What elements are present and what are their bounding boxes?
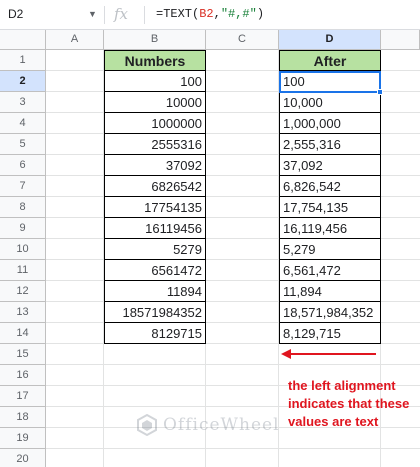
row-header-9[interactable]: 9 [0, 218, 46, 239]
formula-bar: D2 ▼ fx =TEXT(B2,"#,#") [0, 0, 420, 30]
fill-handle[interactable] [377, 89, 383, 95]
officewheel-logo-icon [137, 414, 157, 436]
column-header-c[interactable]: C [206, 30, 279, 50]
after-cell[interactable]: 6,826,542 [279, 176, 381, 197]
numbers-cell[interactable]: 18571984352 [104, 302, 206, 323]
after-cell[interactable]: 5,279 [279, 239, 381, 260]
numbers-cell[interactable]: 1000000 [104, 113, 206, 134]
numbers-cell[interactable]: 11894 [104, 281, 206, 302]
row-header-15[interactable]: 15 [0, 344, 46, 365]
row-header-11[interactable]: 11 [0, 260, 46, 281]
row-header-2[interactable]: 2 [0, 71, 46, 92]
fx-icon: fx [114, 5, 129, 23]
chevron-down-icon[interactable]: ▼ [88, 0, 97, 29]
numbers-cell[interactable]: 10000 [104, 92, 206, 113]
column-header-extra[interactable] [381, 30, 420, 50]
gridline [46, 448, 420, 449]
after-cell[interactable]: 18,571,984,352 [279, 302, 381, 323]
row-header-3[interactable]: 3 [0, 92, 46, 113]
row-header-19[interactable]: 19 [0, 428, 46, 449]
numbers-header-cell[interactable]: Numbers [104, 50, 206, 71]
row-header-10[interactable]: 10 [0, 239, 46, 260]
arrow-line [290, 353, 376, 355]
formula-input[interactable]: =TEXT(B2,"#,#") [156, 0, 264, 29]
selected-cell-outline [279, 71, 381, 93]
formula-sep: , [213, 7, 221, 21]
row-header-4[interactable]: 4 [0, 113, 46, 134]
numbers-cell[interactable]: 17754135 [104, 197, 206, 218]
row-header-1[interactable]: 1 [0, 50, 46, 71]
numbers-cell[interactable]: 37092 [104, 155, 206, 176]
annotation-note: the left alignment indicates that these … [288, 378, 410, 429]
after-cell[interactable]: 8,129,715 [279, 323, 381, 344]
after-cell[interactable]: 37,092 [279, 155, 381, 176]
row-header-18[interactable]: 18 [0, 407, 46, 428]
row-header-13[interactable]: 13 [0, 302, 46, 323]
numbers-cell[interactable]: 8129715 [104, 323, 206, 344]
formula-ref: B2 [199, 7, 214, 21]
watermark: OfficeWheel [137, 414, 280, 436]
divider [144, 6, 145, 24]
column-header-b[interactable]: B [104, 30, 206, 50]
row-header-20[interactable]: 20 [0, 449, 46, 467]
after-cell[interactable]: 6,561,472 [279, 260, 381, 281]
row-header-16[interactable]: 16 [0, 365, 46, 386]
row-header-6[interactable]: 6 [0, 155, 46, 176]
row-header-7[interactable]: 7 [0, 176, 46, 197]
row-header-5[interactable]: 5 [0, 134, 46, 155]
after-cell[interactable]: 17,754,135 [279, 197, 381, 218]
gridline [46, 364, 420, 365]
select-all-corner[interactable] [0, 30, 46, 50]
after-cell[interactable]: 11,894 [279, 281, 381, 302]
formula-prefix: =TEXT( [156, 7, 200, 21]
after-cell[interactable]: 16,119,456 [279, 218, 381, 239]
after-cell[interactable]: 2,555,316 [279, 134, 381, 155]
row-header-8[interactable]: 8 [0, 197, 46, 218]
numbers-cell[interactable]: 16119456 [104, 218, 206, 239]
after-cell[interactable]: 1,000,000 [279, 113, 381, 134]
after-cell[interactable]: 10,000 [279, 92, 381, 113]
numbers-cell[interactable]: 2555316 [104, 134, 206, 155]
after-header-cell[interactable]: After [279, 50, 381, 71]
numbers-cell[interactable]: 6561472 [104, 260, 206, 281]
row-header-14[interactable]: 14 [0, 323, 46, 344]
numbers-cell[interactable]: 100 [104, 71, 206, 92]
formula-string: "#,#" [220, 7, 257, 21]
column-header-d[interactable]: D [279, 30, 381, 50]
divider [104, 6, 105, 24]
column-header-a[interactable]: A [46, 30, 104, 50]
formula-suffix: ) [256, 7, 265, 21]
numbers-cell[interactable]: 6826542 [104, 176, 206, 197]
numbers-cell[interactable]: 5279 [104, 239, 206, 260]
row-header-17[interactable]: 17 [0, 386, 46, 407]
row-header-12[interactable]: 12 [0, 281, 46, 302]
watermark-text: OfficeWheel [163, 415, 280, 435]
